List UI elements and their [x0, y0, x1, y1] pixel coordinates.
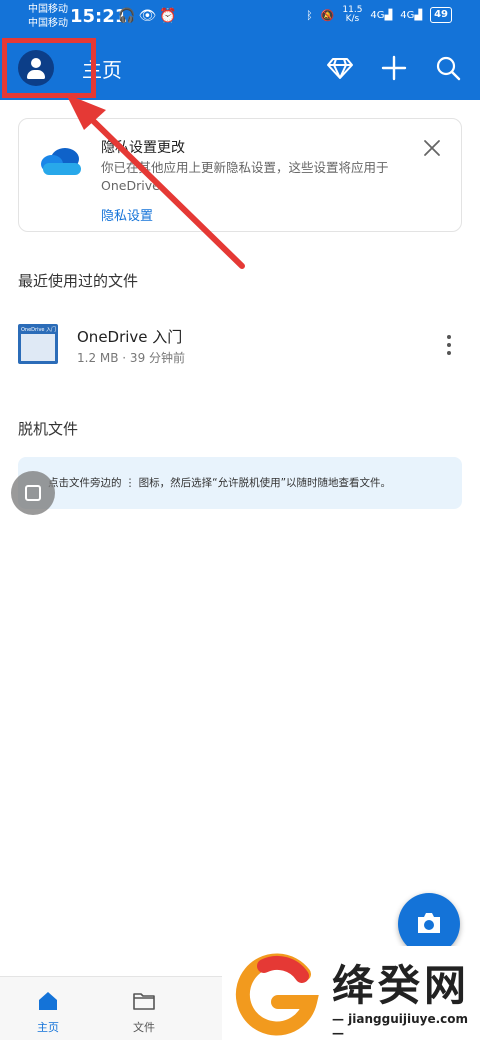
nav-item-home[interactable]: 主页 — [8, 977, 88, 1040]
file-thumbnail: OneDrive 入门 — [18, 324, 58, 364]
watermark: 绛癸网 — jiangguijiuye.com — — [222, 946, 480, 1040]
offline-section-title: 脱机文件 — [18, 420, 79, 438]
annotation-arrow-icon — [66, 94, 245, 269]
home-icon — [39, 992, 57, 1010]
watermark-url: — jiangguijiuye.com — — [332, 1012, 469, 1040]
offline-hint-text: 点击文件旁边的 ⋮ 图标，然后选择“允许脱机使用”以随时随地查看文件。 — [48, 477, 392, 489]
floating-assist-button[interactable] — [11, 471, 55, 515]
file-name: OneDrive 入门 — [77, 328, 183, 346]
watermark-logo-icon — [235, 953, 319, 1036]
folder-icon — [133, 993, 155, 1010]
offline-hint-box: 点击文件旁边的 ⋮ 图标，然后选择“允许脱机使用”以随时随地查看文件。 — [18, 457, 462, 509]
watermark-name: 绛癸网 — [332, 961, 471, 1010]
more-options-icon[interactable] — [446, 334, 452, 356]
nav-item-files[interactable]: 文件 — [104, 977, 184, 1040]
file-meta: 1.2 MB · 39 分钟前 — [77, 351, 186, 365]
list-item[interactable]: OneDrive 入门 OneDrive 入门 1.2 MB · 39 分钟前 — [0, 312, 480, 378]
